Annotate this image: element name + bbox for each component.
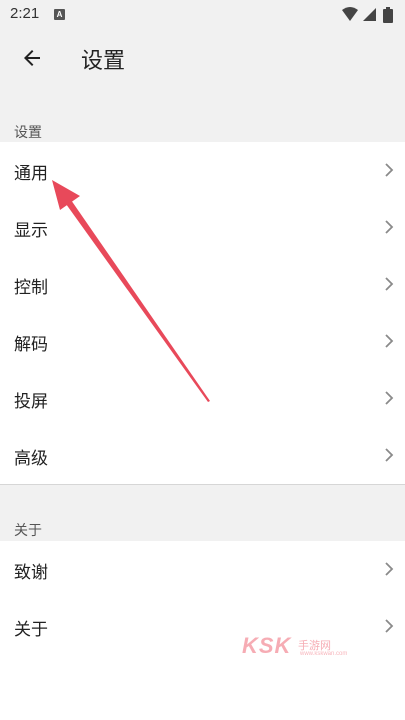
- chevron-right-icon: [385, 391, 394, 405]
- chevron-right-icon: [385, 277, 394, 291]
- wifi-icon: [342, 7, 358, 21]
- notification-badge: A: [54, 9, 65, 20]
- about-item-acknowledgements[interactable]: 致谢: [0, 541, 405, 598]
- about-item-label: 关于: [14, 620, 48, 640]
- settings-item-label: 解码: [14, 335, 48, 355]
- section-header-settings: 设置: [14, 125, 42, 141]
- chevron-right-icon: [385, 562, 394, 576]
- chevron-right-icon: [385, 334, 394, 348]
- about-item-label: 致谢: [14, 563, 48, 583]
- settings-item-decoding[interactable]: 解码: [0, 313, 405, 370]
- page-title: 设置: [81, 49, 126, 74]
- section-header-bg: [0, 485, 405, 541]
- status-icons: [342, 7, 393, 23]
- watermark-url: www.kskwan.com: [300, 651, 348, 657]
- status-time: 2:21: [10, 5, 40, 22]
- battery-icon: [383, 7, 393, 23]
- section-header-bg: [0, 86, 405, 142]
- settings-item-label: 高级: [14, 449, 48, 469]
- chevron-right-icon: [385, 220, 394, 234]
- settings-screen: 2:21 A 设置 设置 通用 显示 控制 解码 投屏 高级 关于 致谢 关于 …: [0, 0, 405, 720]
- settings-item-display[interactable]: 显示: [0, 199, 405, 256]
- cellular-signal-icon: [363, 8, 376, 21]
- settings-item-control[interactable]: 控制: [0, 256, 405, 313]
- chevron-right-icon: [385, 163, 394, 177]
- settings-item-label: 控制: [14, 278, 48, 298]
- status-bar: 2:21 A: [0, 0, 405, 30]
- about-item-about[interactable]: 关于: [0, 598, 405, 655]
- settings-item-cast[interactable]: 投屏: [0, 370, 405, 427]
- chevron-right-icon: [385, 619, 394, 633]
- settings-item-label: 通用: [14, 164, 48, 184]
- settings-item-label: 投屏: [14, 392, 48, 412]
- settings-item-label: 显示: [14, 221, 48, 241]
- app-bar: 设置: [0, 30, 405, 86]
- arrow-back-icon: [24, 50, 40, 66]
- back-button[interactable]: [10, 36, 54, 80]
- section-header-about: 关于: [14, 523, 42, 539]
- chevron-right-icon: [385, 448, 394, 462]
- settings-item-advanced[interactable]: 高级: [0, 427, 405, 484]
- watermark-brand: KSK: [242, 633, 292, 658]
- settings-item-general[interactable]: 通用: [0, 142, 405, 199]
